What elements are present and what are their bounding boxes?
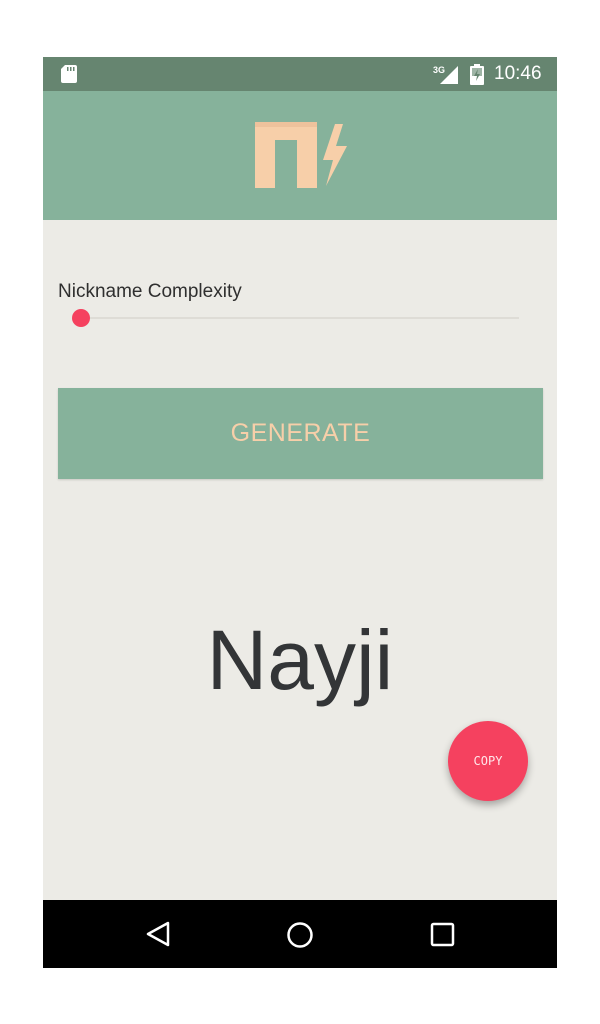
main-content: Nickname Complexity GENERATE Nayji COPY: [43, 220, 557, 900]
generate-button[interactable]: GENERATE: [58, 388, 543, 479]
complexity-label: Nickname Complexity: [58, 281, 242, 302]
status-bar: 3G 10:46: [43, 57, 557, 91]
battery-charging-icon: [470, 64, 484, 85]
generated-nickname: Nayji: [206, 613, 394, 707]
signal-icon: 3G: [433, 65, 458, 84]
sd-card-icon: [61, 65, 77, 83]
network-type-label: 3G: [433, 65, 445, 75]
back-icon[interactable]: [145, 920, 171, 948]
phone-screen: 3G 10:46 Nickname Complexity GENERATE Na…: [43, 57, 557, 968]
nickname-bolt-logo: [255, 122, 347, 188]
copy-button[interactable]: COPY: [448, 721, 528, 801]
complexity-slider-track[interactable]: [81, 317, 519, 319]
complexity-slider-thumb[interactable]: [72, 309, 90, 327]
recents-icon[interactable]: [430, 922, 455, 947]
home-icon[interactable]: [286, 921, 314, 949]
status-clock: 10:46: [494, 63, 542, 84]
navigation-bar: [43, 900, 557, 968]
app-bar: [43, 91, 557, 220]
